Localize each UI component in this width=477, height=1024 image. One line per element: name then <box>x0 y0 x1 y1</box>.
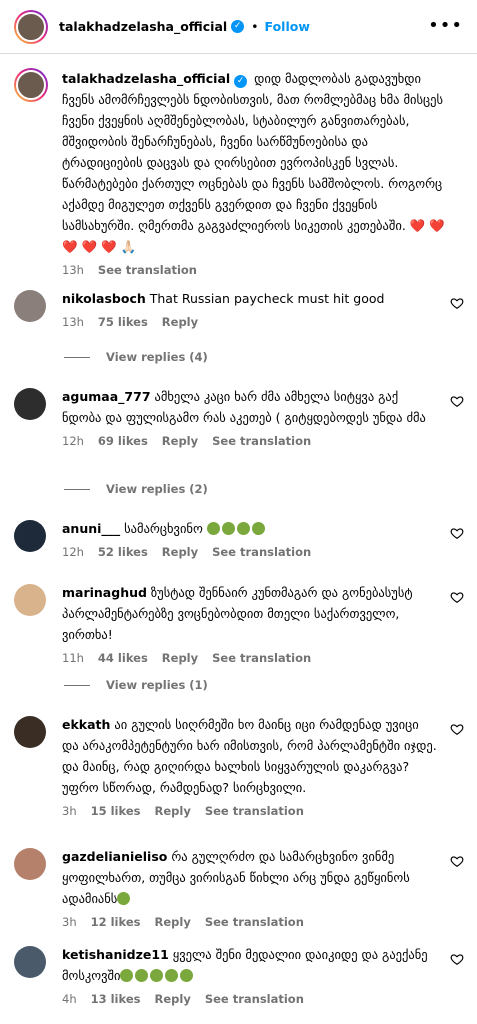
see-translation-link[interactable]: See translation <box>205 992 304 1006</box>
author-avatar[interactable] <box>14 9 48 44</box>
reply-button[interactable]: Reply <box>154 915 190 929</box>
like-heart-icon[interactable] <box>450 722 464 736</box>
nauseated-face-icon <box>206 522 220 535</box>
nauseated-face-icon <box>221 522 235 535</box>
commenter-username[interactable]: nikolasboch <box>62 291 146 306</box>
see-translation-link[interactable]: See translation <box>205 804 304 818</box>
reply-button[interactable]: Reply <box>162 434 198 448</box>
nauseated-face-icon <box>150 969 164 982</box>
caption-avatar[interactable] <box>14 68 48 102</box>
verified-badge-icon: ✓ <box>234 75 248 88</box>
comment-item: agumaa_777 ამხელა კაცი ხარ ძმა ამხელა სი… <box>14 386 464 448</box>
comment-time: 13h <box>62 315 84 329</box>
commenter-username[interactable]: anuni___ <box>62 521 120 536</box>
comment-time: 4h <box>62 992 77 1006</box>
view-replies-button[interactable]: View replies (4) <box>64 350 208 364</box>
follow-button[interactable]: Follow <box>265 19 310 34</box>
comment-item: gazdelianieliso რა გულღრძო და სამარცხვინ… <box>14 846 464 929</box>
commenter-avatar[interactable] <box>14 848 46 880</box>
commenter-avatar[interactable] <box>14 290 46 322</box>
comment-time: 11h <box>62 651 84 665</box>
see-translation-link[interactable]: See translation <box>212 545 311 559</box>
reply-button[interactable]: Reply <box>162 651 198 665</box>
like-heart-icon[interactable] <box>450 854 464 868</box>
commenter-username[interactable]: agumaa_777 <box>62 389 151 404</box>
comment-likes[interactable]: 52 likes <box>98 545 148 559</box>
comment-likes[interactable]: 44 likes <box>98 651 148 665</box>
comment-text: That Russian paycheck must hit good <box>149 291 385 306</box>
nauseated-face-icon <box>135 969 149 982</box>
reply-button[interactable]: Reply <box>162 545 198 559</box>
reply-button[interactable]: Reply <box>154 804 190 818</box>
comment-item: ketishanidze11 ყველა შენი მედალიი დაიკიდ… <box>14 944 464 1006</box>
see-translation-link[interactable]: See translation <box>212 651 311 665</box>
comment-item: marinaghud ზუსტად შენნაირ კუნთმაგარ და გ… <box>14 582 464 665</box>
separator-dot: • <box>251 19 259 34</box>
comment-likes[interactable]: 13 likes <box>91 992 141 1006</box>
caption-text: talakhadzelasha_official ✓ დიდ მადლობას გ… <box>62 68 452 257</box>
comment-likes[interactable]: 69 likes <box>98 434 148 448</box>
like-heart-icon[interactable] <box>450 590 464 604</box>
comment-item: anuni___ სამარცხვინო 12h 52 likes Reply See… <box>14 518 464 559</box>
commenter-avatar[interactable] <box>14 388 46 420</box>
caption-meta: 13h See translation <box>62 263 452 277</box>
commenter-username[interactable]: gazdelianieliso <box>62 849 167 864</box>
like-heart-icon[interactable] <box>450 394 464 408</box>
comment-time: 12h <box>62 545 84 559</box>
verified-badge-icon: ✓ <box>231 20 245 33</box>
commenter-username[interactable]: ekkath <box>62 717 110 732</box>
commenter-username[interactable]: ketishanidze11 <box>62 947 169 962</box>
caption-body: დიდ მადლობას გადავუხდი ჩვენს ამომრჩევლებ… <box>62 71 444 233</box>
caption-username[interactable]: talakhadzelasha_official <box>62 71 230 86</box>
see-translation-link[interactable]: See translation <box>205 915 304 929</box>
commenter-avatar[interactable] <box>14 520 46 552</box>
comment-time: 3h <box>62 915 77 929</box>
nauseated-face-icon <box>165 969 179 982</box>
more-options-icon[interactable]: ••• <box>428 15 463 36</box>
view-replies-button[interactable]: View replies (1) <box>64 678 208 692</box>
comment-likes[interactable]: 75 likes <box>98 315 148 329</box>
see-translation-link[interactable]: See translation <box>212 434 311 448</box>
nauseated-face-icon <box>117 892 131 905</box>
view-replies-button[interactable]: View replies (2) <box>64 482 208 496</box>
comment-text: სამარცხვინო <box>124 521 203 536</box>
commenter-avatar[interactable] <box>14 716 46 748</box>
nauseated-face-icon <box>236 522 250 535</box>
commenter-avatar[interactable] <box>14 584 46 616</box>
commenter-username[interactable]: marinaghud <box>62 585 147 600</box>
comment-time: 12h <box>62 434 84 448</box>
comment-text: აი გულის სიღრმეში ხო მაინც იცი რამდენად … <box>62 717 437 795</box>
reply-button[interactable]: Reply <box>162 315 198 329</box>
like-heart-icon[interactable] <box>450 952 464 966</box>
caption-time: 13h <box>62 263 84 277</box>
comment-likes[interactable]: 15 likes <box>91 804 141 818</box>
nauseated-face-icon <box>251 522 265 535</box>
comment-likes[interactable]: 12 likes <box>91 915 141 929</box>
comment-item: ekkath აი გულის სიღრმეში ხო მაინც იცი რა… <box>14 714 464 818</box>
commenter-avatar[interactable] <box>14 946 46 978</box>
see-translation-link[interactable]: See translation <box>98 263 197 277</box>
comment-item: nikolasboch That Russian paycheck must h… <box>14 288 464 329</box>
nauseated-face-icon <box>120 969 134 982</box>
like-heart-icon[interactable] <box>450 296 464 310</box>
comment-time: 3h <box>62 804 77 818</box>
post-header: talakhadzelasha_official ✓ • Follow ••• <box>0 0 477 54</box>
nauseated-face-icon <box>180 969 194 982</box>
post-caption: talakhadzelasha_official ✓ დიდ მადლობას გ… <box>14 68 464 277</box>
like-heart-icon[interactable] <box>450 526 464 540</box>
author-username[interactable]: talakhadzelasha_official <box>59 19 227 34</box>
reply-button[interactable]: Reply <box>154 992 190 1006</box>
